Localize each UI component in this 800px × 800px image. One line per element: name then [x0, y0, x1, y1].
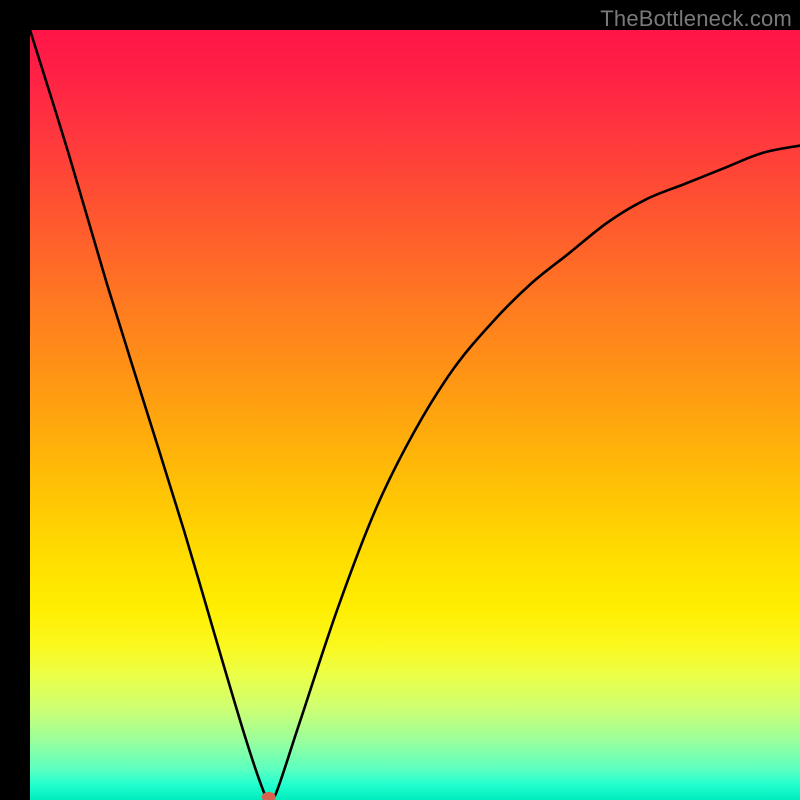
curve-path: [30, 30, 800, 800]
chart-frame: TheBottleneck.com: [0, 0, 800, 800]
watermark-text: TheBottleneck.com: [600, 6, 792, 32]
bottleneck-curve: [30, 30, 800, 800]
plot-area: [30, 30, 800, 800]
